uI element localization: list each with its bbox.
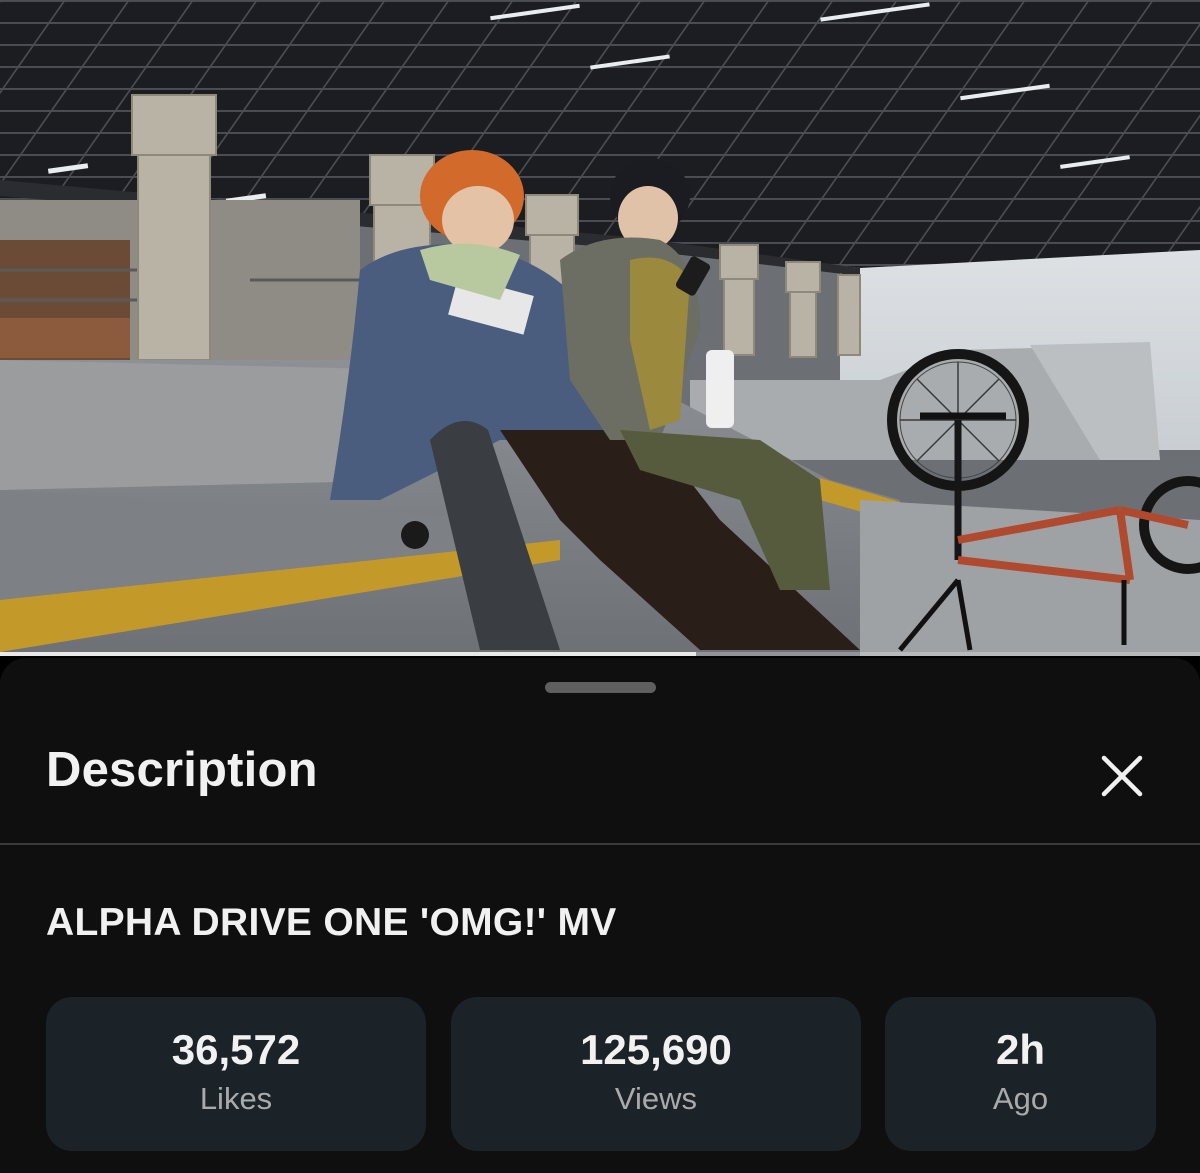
stat-age: 2h Ago	[885, 997, 1156, 1151]
views-label: Views	[614, 1081, 698, 1116]
progress-fill	[0, 652, 696, 656]
age-value: 2h	[995, 1026, 1045, 1073]
video-player[interactable]	[0, 0, 1200, 656]
likes-count: 36,572	[171, 1026, 301, 1073]
stat-likes: 36,572 Likes	[46, 997, 426, 1151]
video-frame	[0, 0, 1200, 656]
close-icon	[1101, 755, 1143, 797]
views-count: 125,690	[580, 1026, 732, 1073]
drag-handle[interactable]	[545, 682, 656, 693]
video-title: ALPHA DRIVE ONE 'OMG!' MV	[46, 901, 617, 944]
sheet-title: Description	[46, 743, 318, 797]
age-label: Ago	[992, 1081, 1049, 1116]
close-button[interactable]	[1090, 744, 1154, 808]
likes-label: Likes	[199, 1081, 273, 1116]
description-sheet: Description ALPHA DRIVE ONE 'OMG!' MV 36…	[0, 658, 1200, 1173]
divider	[0, 843, 1200, 845]
progress-bar[interactable]	[0, 652, 1200, 656]
stat-views: 125,690 Views	[451, 997, 861, 1151]
